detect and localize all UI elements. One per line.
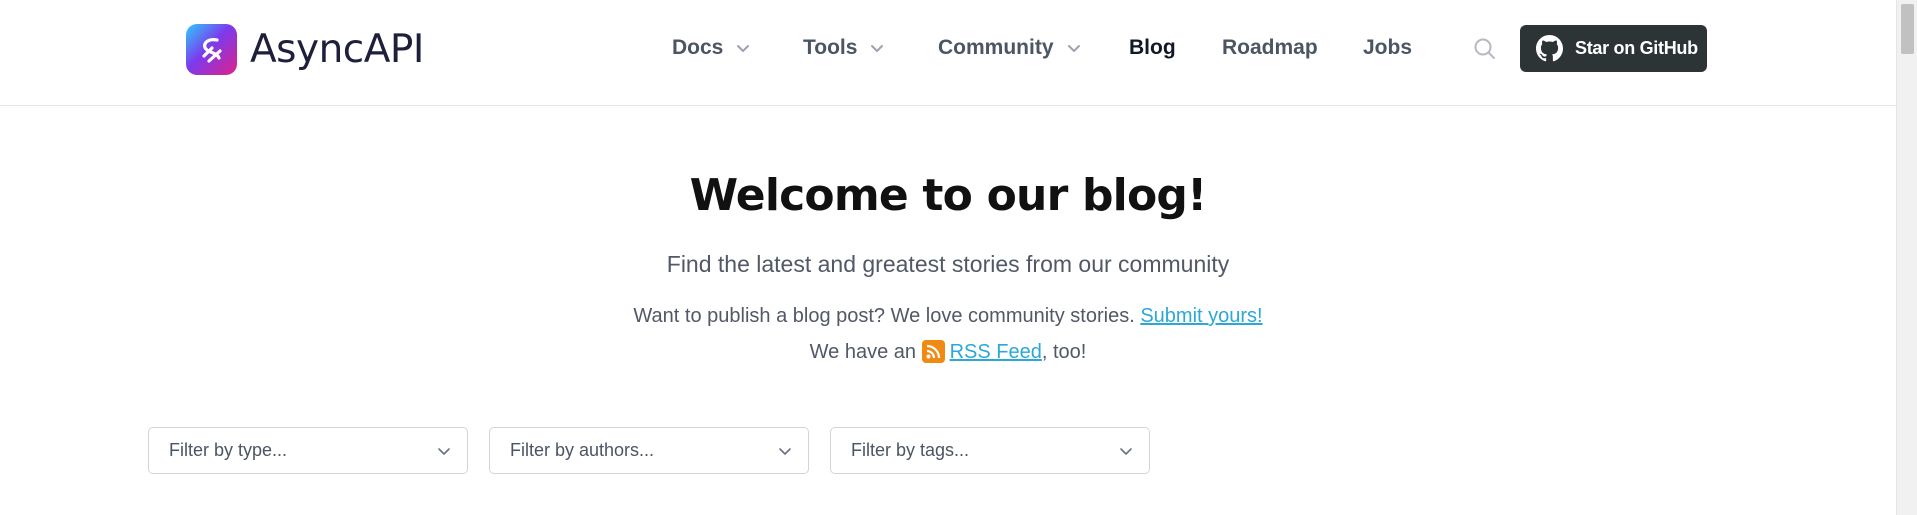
- site-header: AsyncAPI Docs Tools Community Blog Roadm…: [0, 0, 1896, 106]
- submit-yours-link[interactable]: Submit yours!: [1140, 305, 1262, 327]
- star-on-github-button[interactable]: Star on GitHub: [1520, 25, 1707, 72]
- chevron-down-icon: [871, 45, 884, 52]
- brand-name: AsyncAPI: [250, 27, 424, 72]
- publish-text: Want to publish a blog post? We love com…: [633, 305, 1135, 327]
- filter-by-tags-select[interactable]: Filter by tags...: [830, 427, 1150, 474]
- search-icon[interactable]: [1472, 36, 1498, 62]
- nav-tools[interactable]: Tools: [803, 36, 885, 60]
- rss-icon: [921, 340, 945, 363]
- nav-docs-label: Docs: [672, 36, 724, 59]
- nav-community-label: Community: [938, 36, 1054, 59]
- chevron-down-icon: [1067, 45, 1080, 52]
- scrollbar-thumb[interactable]: [1901, 4, 1914, 54]
- rss-prefix: We have an: [809, 341, 917, 363]
- nav-tools-label: Tools: [803, 36, 858, 59]
- page-scrollbar[interactable]: [1896, 0, 1917, 515]
- nav-blog-label: Blog: [1129, 36, 1176, 59]
- filter-by-authors-placeholder: Filter by authors...: [510, 440, 655, 460]
- filter-by-type-select[interactable]: Filter by type...: [148, 427, 468, 474]
- rss-suffix: , too!: [1041, 341, 1087, 363]
- chevron-down-icon: [438, 448, 450, 455]
- nav-docs[interactable]: Docs: [672, 36, 751, 60]
- asyncapi-logo[interactable]: AsyncAPI: [186, 24, 424, 75]
- page-subtitle: Find the latest and greatest stories fro…: [666, 251, 1230, 277]
- filter-by-tags-placeholder: Filter by tags...: [851, 440, 970, 460]
- nav-jobs-label: Jobs: [1363, 36, 1413, 59]
- rss-line: We have an RSS Feed, too!: [0, 340, 1896, 364]
- publish-line: Want to publish a blog post? We love com…: [0, 305, 1896, 328]
- nav-jobs[interactable]: Jobs: [1363, 36, 1412, 60]
- asyncapi-logo-icon: [186, 24, 237, 75]
- nav-blog[interactable]: Blog: [1129, 36, 1176, 60]
- github-icon: [1536, 35, 1563, 62]
- chevron-down-icon: [1120, 448, 1132, 455]
- chevron-down-icon: [779, 448, 791, 455]
- filter-by-type-placeholder: Filter by type...: [169, 440, 288, 460]
- nav-roadmap-label: Roadmap: [1222, 36, 1318, 59]
- page-title: Welcome to our blog!: [689, 170, 1208, 221]
- filter-by-authors-select[interactable]: Filter by authors...: [489, 427, 809, 474]
- chevron-down-icon: [737, 45, 750, 52]
- nav-roadmap[interactable]: Roadmap: [1222, 36, 1318, 60]
- rss-feed-link[interactable]: RSS Feed: [950, 341, 1042, 363]
- nav-community[interactable]: Community: [938, 36, 1082, 60]
- star-on-github-label: Star on GitHub: [1575, 38, 1698, 58]
